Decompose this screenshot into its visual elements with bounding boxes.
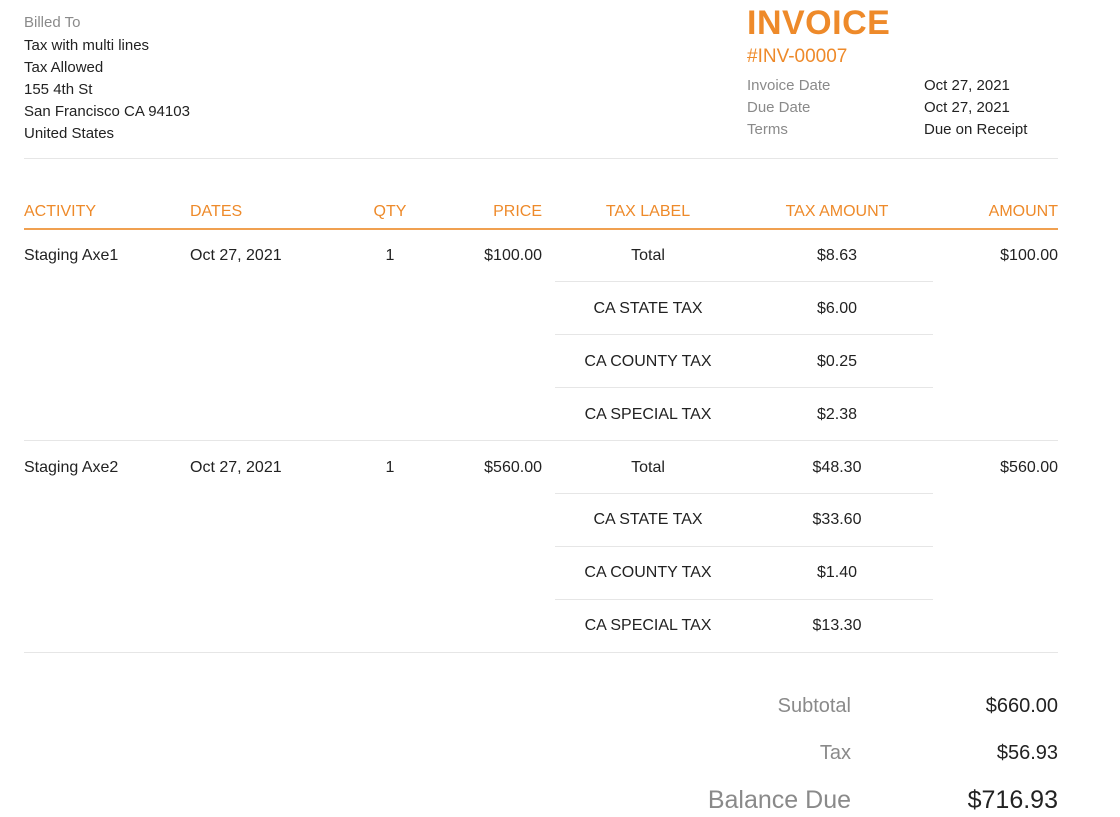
tax-divider <box>555 387 933 388</box>
billed-to-name: Tax with multi lines <box>24 37 150 54</box>
billed-to-city: San Francisco CA 94103 <box>24 103 190 120</box>
tax-amount: $1.40 <box>816 564 858 581</box>
terms-value: Due on Receipt <box>924 121 1028 138</box>
tax-amount: $13.30 <box>812 617 862 634</box>
invoice-title: INVOICE <box>747 4 891 42</box>
item-date: Oct 27, 2021 <box>190 459 282 476</box>
tax-amount: $2.38 <box>816 406 858 423</box>
subtotal-label: Subtotal <box>777 695 851 717</box>
subtotal-value: $660.00 <box>985 695 1058 717</box>
item-activity: Staging Axe1 <box>24 247 119 264</box>
due-date-label: Due Date <box>747 99 811 116</box>
col-header-dates: DATES <box>190 203 243 220</box>
tax-total-value: $56.93 <box>996 742 1058 764</box>
row-divider <box>24 440 1058 441</box>
tax-amount: $6.00 <box>816 300 858 317</box>
balance-due-label: Balance Due <box>707 786 851 814</box>
tax-label: CA STATE TAX <box>593 300 703 317</box>
tax-total-label: Tax <box>819 742 851 764</box>
billed-to-street: 155 4th St <box>24 81 93 98</box>
tax-amount: $0.25 <box>816 353 858 370</box>
header-divider <box>24 158 1058 159</box>
col-header-tax-label: TAX LABEL <box>605 203 691 220</box>
col-header-qty: QTY <box>373 203 407 220</box>
invoice-date-label: Invoice Date <box>747 77 831 94</box>
table-header-underline <box>24 228 1058 230</box>
terms-label: Terms <box>747 121 788 138</box>
tax-divider <box>555 281 933 282</box>
item-amount: $100.00 <box>1000 247 1058 264</box>
invoice-date-value: Oct 27, 2021 <box>924 77 1010 94</box>
item-date: Oct 27, 2021 <box>190 247 282 264</box>
col-header-amount: AMOUNT <box>988 203 1058 220</box>
item-price: $560.00 <box>484 459 542 476</box>
tax-label: CA SPECIAL TAX <box>584 406 712 423</box>
tax-divider <box>555 546 933 547</box>
item-price: $100.00 <box>484 247 542 264</box>
balance-due-value: $716.93 <box>967 786 1058 814</box>
tax-amount: $48.30 <box>812 459 862 476</box>
tax-label: Total <box>631 459 665 476</box>
item-activity: Staging Axe2 <box>24 459 119 476</box>
due-date-value: Oct 27, 2021 <box>924 99 1010 116</box>
tax-divider <box>555 493 933 494</box>
billed-to-label: Billed To <box>24 14 81 31</box>
col-header-tax-amount: TAX AMOUNT <box>785 203 889 220</box>
tax-amount: $33.60 <box>812 511 862 528</box>
tax-amount: $8.63 <box>816 247 858 264</box>
tax-divider <box>555 599 933 600</box>
tax-label: Total <box>631 247 665 264</box>
item-qty: 1 <box>385 247 395 264</box>
tax-label: CA SPECIAL TAX <box>584 617 712 634</box>
billed-to-line: Tax Allowed <box>24 59 104 76</box>
tax-label: CA STATE TAX <box>593 511 703 528</box>
invoice-number: #INV-00007 <box>747 46 848 67</box>
tax-label: CA COUNTY TAX <box>584 564 712 581</box>
tax-label: CA COUNTY TAX <box>584 353 712 370</box>
col-header-price: PRICE <box>493 203 542 220</box>
col-header-activity: ACTIVITY <box>24 203 97 220</box>
item-qty: 1 <box>385 459 395 476</box>
table-bottom-divider <box>24 652 1058 653</box>
billed-to-country: United States <box>24 125 115 142</box>
item-amount: $560.00 <box>1000 459 1058 476</box>
tax-divider <box>555 334 933 335</box>
